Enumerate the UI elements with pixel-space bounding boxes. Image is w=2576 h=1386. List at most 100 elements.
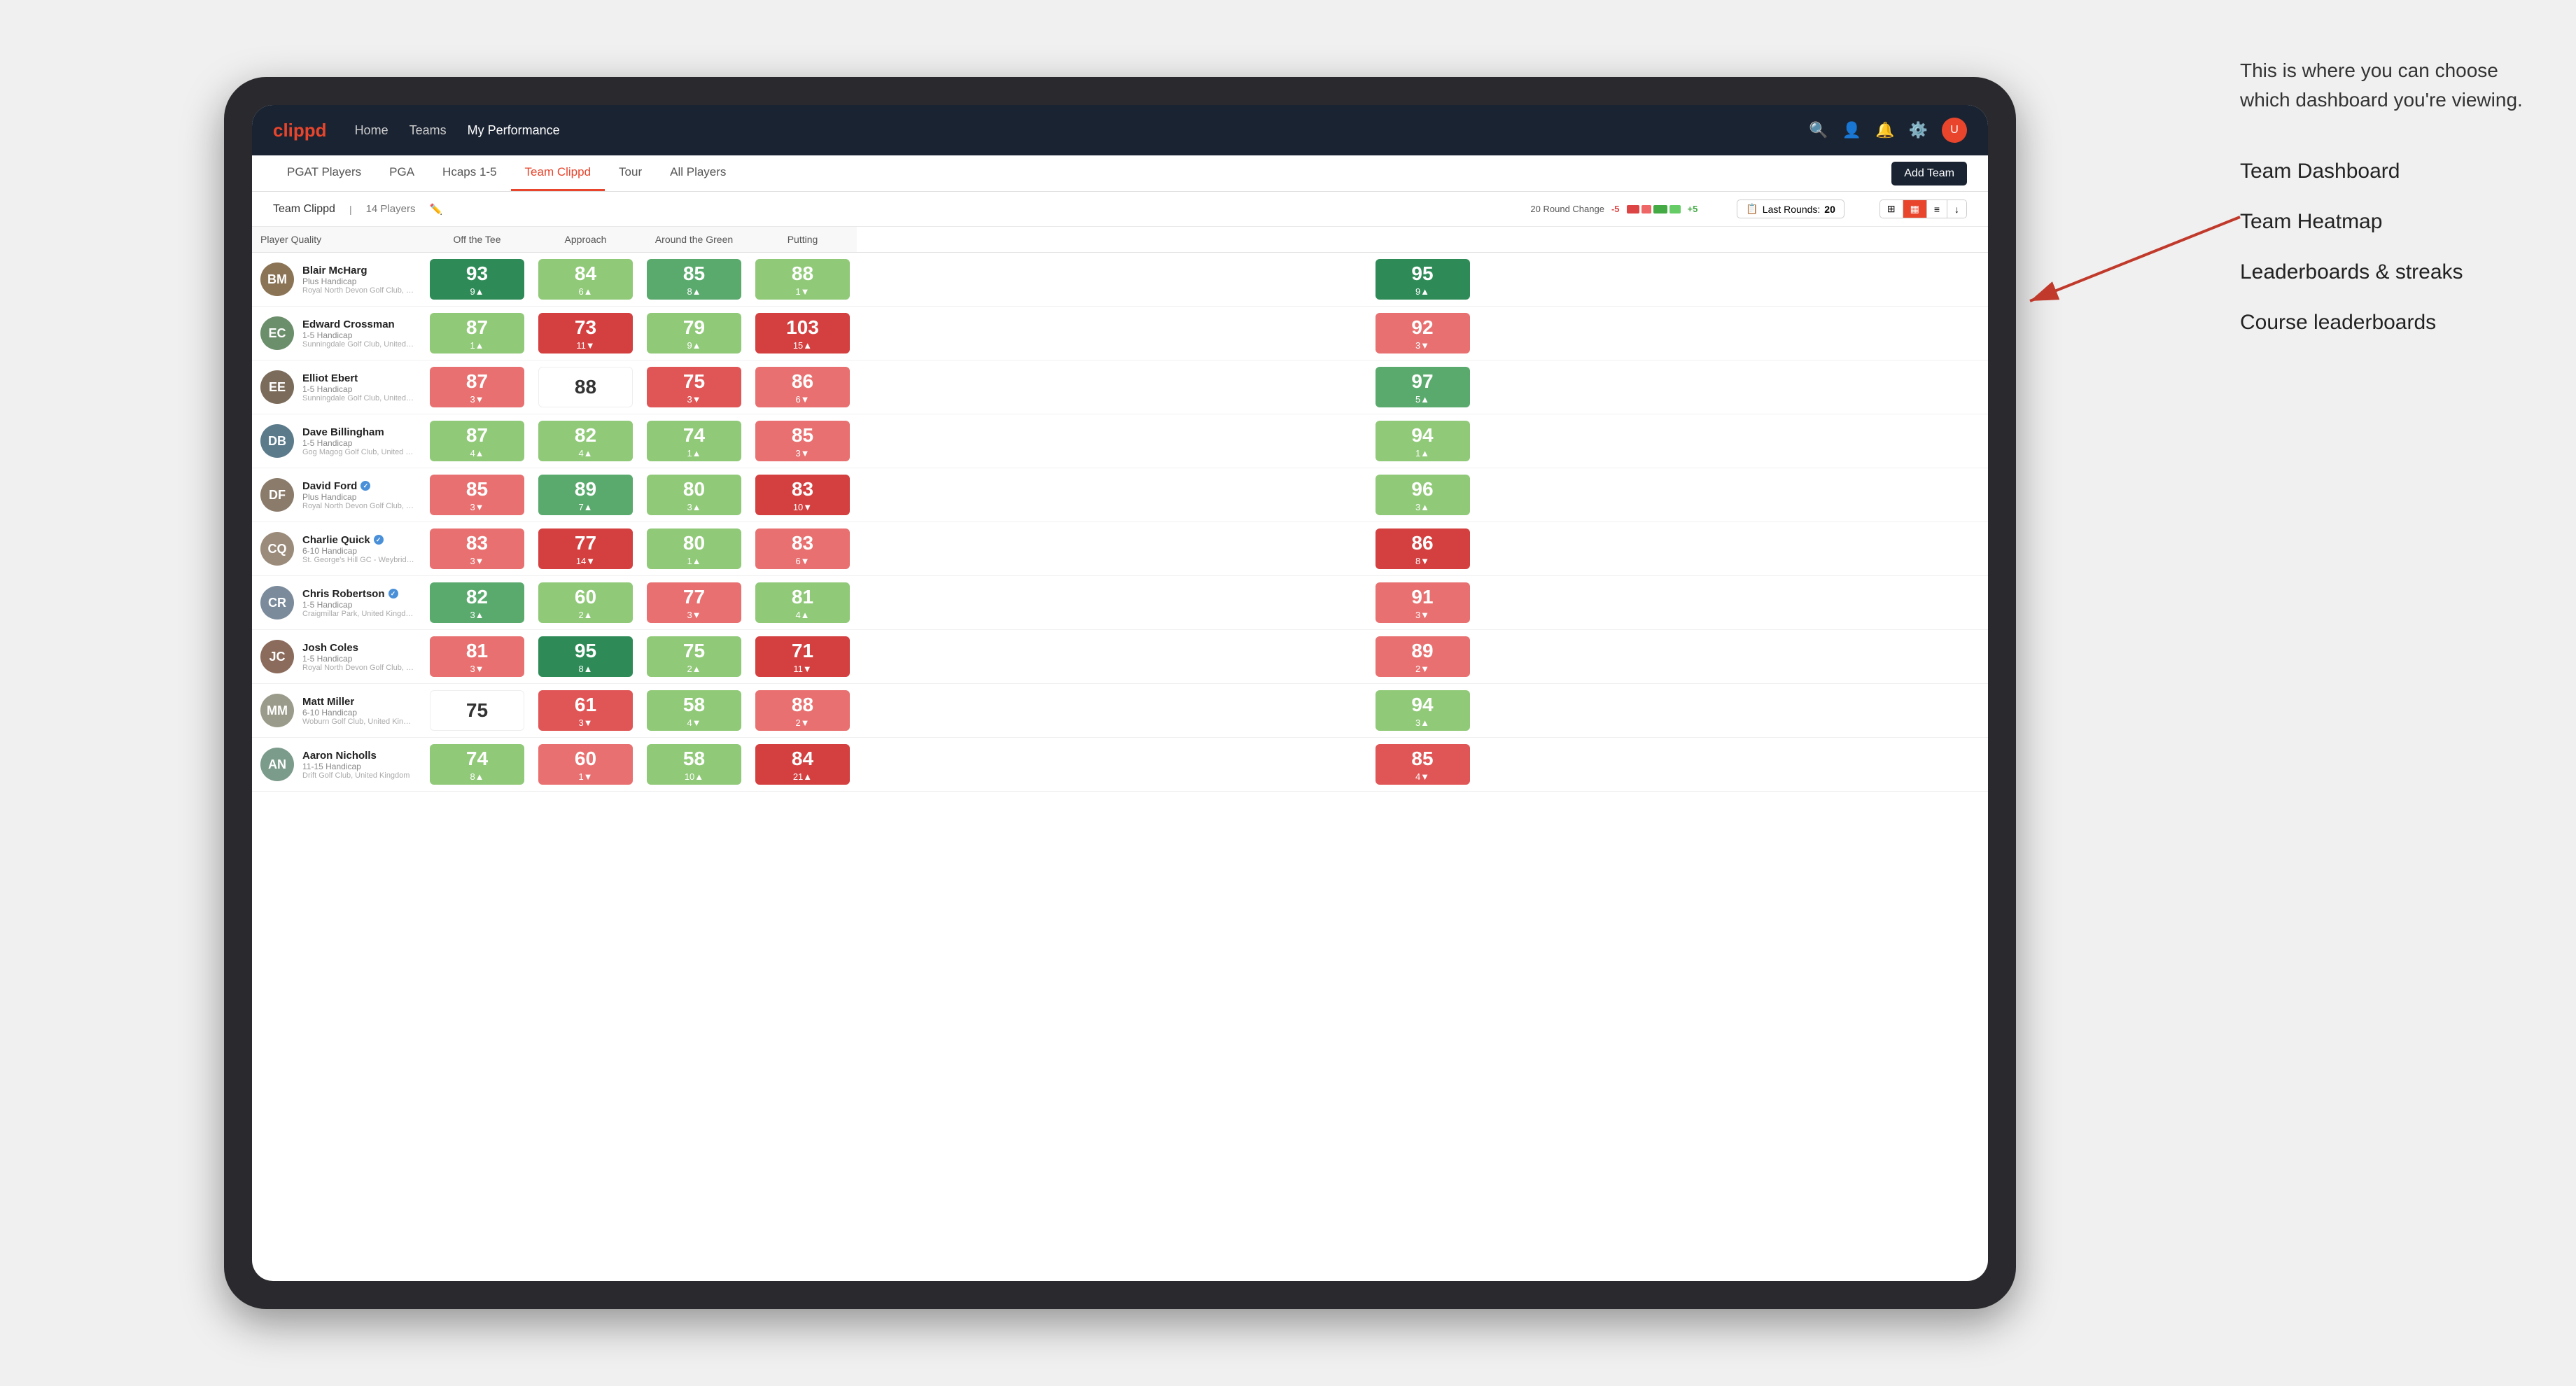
view-export-button[interactable]: ↓ [1947,200,1966,218]
metric-inner: 61 3▼ [575,694,596,728]
metric-inner: 103 15▲ [786,316,819,351]
metric-inner: 94 1▲ [1411,424,1433,458]
nav-link-home[interactable]: Home [355,123,388,138]
annotation-items: Team Dashboard Team Heatmap Leaderboards… [2240,157,2534,337]
avatar[interactable]: U [1942,118,1967,143]
metric-value: 77 [683,586,705,608]
metric-box: 85 3▼ [755,421,850,461]
metric-change: 3▼ [470,502,484,512]
metric-change: 8▲ [578,664,592,674]
top-nav: clippd Home Teams My Performance 🔍 👤 🔔 ⚙… [252,105,1988,155]
verified-icon: ✓ [374,535,384,545]
user-icon[interactable]: 👤 [1842,121,1861,139]
bell-icon[interactable]: 🔔 [1875,121,1894,139]
metric-cell-putting: 92 3▼ [857,307,1988,360]
table-row[interactable]: JC Josh Coles 1-5 Handicap Royal North D… [252,630,1988,684]
table-row[interactable]: AN Aaron Nicholls 11-15 Handicap Drift G… [252,738,1988,792]
player-handicap: Plus Handicap [302,276,414,286]
metric-box: 103 15▲ [755,313,850,354]
view-heatmap-button[interactable]: ▦ [1903,200,1927,218]
metric-inner: 83 10▼ [792,478,813,512]
table-row[interactable]: BM Blair McHarg Plus Handicap Royal Nort… [252,253,1988,307]
table-row[interactable]: CQ Charlie Quick ✓ 6-10 Handicap St. Geo… [252,522,1988,576]
player-handicap: 1-5 Handicap [302,438,414,448]
view-list-button[interactable]: ≡ [1927,200,1947,218]
round-change-section: 20 Round Change -5 +5 [1530,204,1698,214]
metric-box: 77 3▼ [647,582,741,623]
metric-inner: 71 11▼ [792,640,813,674]
metric-cell-approach: 75 3▼ [640,360,748,414]
tablet-frame: clippd Home Teams My Performance 🔍 👤 🔔 ⚙… [224,77,2016,1309]
metric-value: 97 [1411,370,1433,393]
metric-inner: 81 3▼ [466,640,488,674]
edit-icon[interactable]: ✏️ [429,203,442,216]
metric-value: 60 [575,748,596,770]
player-info: David Ford ✓ Plus Handicap Royal North D… [302,480,414,510]
metric-box: 87 3▼ [430,367,524,407]
metric-inner: 84 6▲ [575,262,596,297]
metric-box: 83 6▼ [755,528,850,569]
player-avatar: CQ [260,532,294,566]
table-row[interactable]: EE Elliot Ebert 1-5 Handicap Sunningdale… [252,360,1988,414]
table-row[interactable]: DB Dave Billingham 1-5 Handicap Gog Mago… [252,414,1988,468]
metric-value: 82 [575,424,596,447]
view-grid-button[interactable]: ⊞ [1880,200,1903,218]
tab-all-players[interactable]: All Players [656,155,740,191]
metric-value: 91 [1411,586,1433,608]
metric-cell-quality: 93 9▲ [423,253,531,307]
settings-icon[interactable]: ⚙️ [1909,121,1928,139]
round-change-plus: +5 [1688,204,1698,214]
tab-hcaps[interactable]: Hcaps 1-5 [428,155,510,191]
metric-inner: 89 2▼ [1411,640,1433,674]
metric-change: 3▼ [470,664,484,674]
metric-box: 60 1▼ [538,744,633,785]
table-row[interactable]: CR Chris Robertson ✓ 1-5 Handicap Craigm… [252,576,1988,630]
player-cell: MM Matt Miller 6-10 Handicap Woburn Golf… [252,684,423,737]
metric-change: 10▲ [685,771,704,782]
metric-inner: 95 9▲ [1411,262,1433,297]
metric-cell-putting: 94 3▲ [857,684,1988,738]
table-row[interactable]: DF David Ford ✓ Plus Handicap Royal Nort… [252,468,1988,522]
last-rounds-button[interactable]: 📋 Last Rounds: 20 [1737,200,1844,218]
tab-tour[interactable]: Tour [605,155,656,191]
metric-cell-approach: 74 1▲ [640,414,748,468]
team-header: Team Clippd | 14 Players ✏️ 20 Round Cha… [252,192,1988,227]
metric-cell-putting: 94 1▲ [857,414,1988,468]
search-icon[interactable]: 🔍 [1809,121,1828,139]
metric-cell-around_green: 88 2▼ [748,684,857,738]
verified-icon: ✓ [388,589,398,598]
metric-inner: 86 6▼ [792,370,813,405]
metric-inner: 82 3▲ [466,586,488,620]
metric-value: 83 [466,532,488,554]
metric-value: 75 [683,640,705,662]
metric-change: 1▲ [1415,448,1429,458]
metric-cell-putting: 85 4▼ [857,738,1988,792]
metric-box: 85 8▲ [647,259,741,300]
tab-pgat-players[interactable]: PGAT Players [273,155,375,191]
nav-link-teams[interactable]: Teams [410,123,447,138]
metric-value: 94 [1411,424,1433,447]
metric-cell-quality: 87 3▼ [423,360,531,414]
tab-pga[interactable]: PGA [375,155,428,191]
tablet-screen: clippd Home Teams My Performance 🔍 👤 🔔 ⚙… [252,105,1988,1281]
metric-value: 88 [792,262,813,285]
metric-value: 81 [466,640,488,662]
nav-link-my-performance[interactable]: My Performance [468,123,560,138]
player-handicap: 11-15 Handicap [302,762,410,771]
metric-cell-around_green: 71 11▼ [748,630,857,684]
tab-team-clippd[interactable]: Team Clippd [511,155,606,191]
table-row[interactable]: EC Edward Crossman 1-5 Handicap Sunningd… [252,307,1988,360]
metric-inner: 84 21▲ [792,748,813,782]
table-row[interactable]: MM Matt Miller 6-10 Handicap Woburn Golf… [252,684,1988,738]
metric-cell-off_tee: 82 4▲ [531,414,640,468]
add-team-button[interactable]: Add Team [1891,162,1967,186]
metric-cell-putting: 96 3▲ [857,468,1988,522]
metric-cell-off_tee: 95 8▲ [531,630,640,684]
player-name: Edward Crossman [302,318,414,330]
metric-box: 89 2▼ [1376,636,1470,677]
metric-cell-approach: 77 3▼ [640,576,748,630]
metric-box: 86 6▼ [755,367,850,407]
metric-value: 80 [683,478,705,500]
change-bar [1627,205,1681,214]
metric-change: 1▼ [578,771,592,782]
